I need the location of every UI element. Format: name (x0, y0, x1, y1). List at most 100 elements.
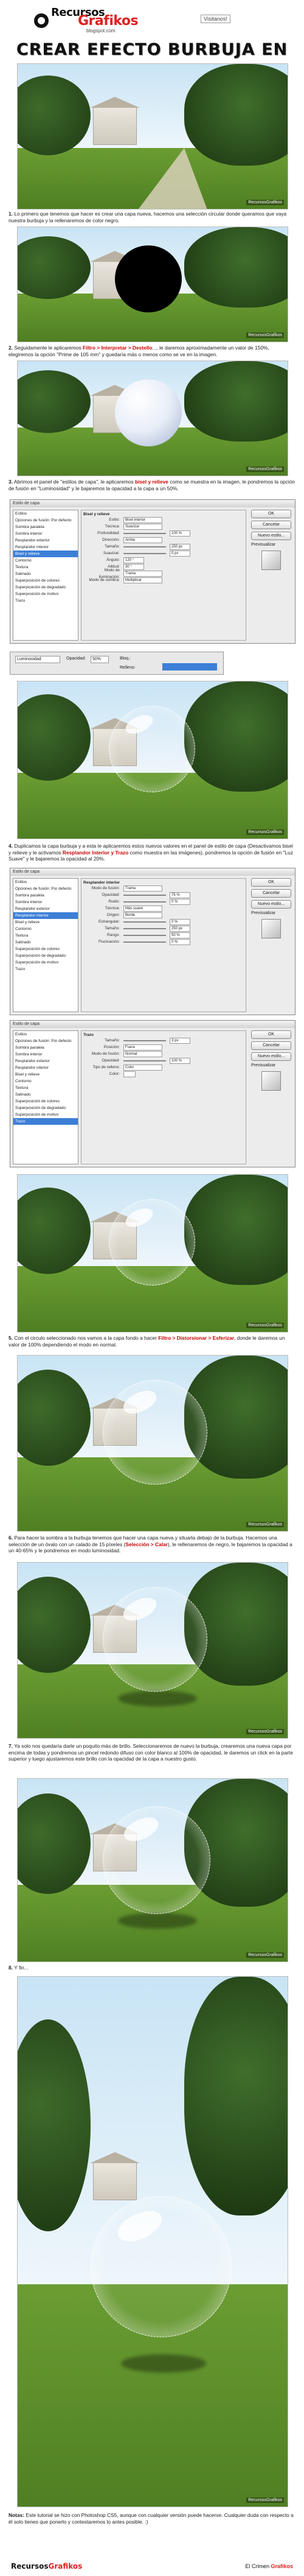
field-value[interactable]: Suavizar (123, 523, 162, 530)
style-list-item[interactable]: Bisel y relieve (13, 919, 78, 926)
style-list-item[interactable]: Satinado (13, 571, 78, 577)
style-list-item[interactable]: Satinado (13, 1091, 78, 1098)
style-list-item[interactable]: Sombra interior (13, 530, 78, 537)
ok-button[interactable]: OK (251, 1030, 291, 1039)
ok-button[interactable]: OK (251, 878, 291, 887)
preview-checkbox[interactable]: Previsualizar (251, 911, 291, 915)
style-list-item[interactable]: Resplandor interior (13, 1065, 78, 1071)
slider[interactable] (123, 552, 166, 554)
style-list-item-selected[interactable]: Resplandor interior (13, 912, 78, 919)
field-value[interactable]: 0 % (170, 938, 190, 945)
field-value[interactable]: Color (123, 1064, 162, 1071)
cancel-button[interactable]: Cancelar (251, 889, 291, 898)
style-list-item[interactable]: Superposición de colores (13, 946, 78, 952)
style-list-item[interactable]: Superposición de motivo (13, 959, 78, 966)
style-list-item[interactable]: Estilos (13, 1031, 78, 1038)
field-value[interactable]: 100 % (170, 530, 190, 537)
style-list-item[interactable]: Superposición de motivo (13, 1111, 78, 1118)
style-list-item[interactable]: Superposición de degradado (13, 1105, 78, 1111)
style-list-item[interactable]: Contorno (13, 926, 78, 932)
style-list-item[interactable]: Superposición de colores (13, 577, 78, 584)
field-value[interactable]: Borde (123, 912, 162, 918)
visit-badge[interactable]: Visitanos! (201, 15, 230, 23)
field-value[interactable]: 3 px (170, 1037, 190, 1044)
field-value[interactable]: 50 % (170, 932, 190, 938)
field-value[interactable]: 250 px (170, 543, 190, 550)
style-list-item[interactable]: Superposición de colores (13, 1098, 78, 1105)
step-description: Abrimos el panel de "estilos de capa", l… (13, 479, 136, 485)
opacity-field[interactable]: 50% (91, 656, 109, 663)
field-value[interactable]: 0 % (170, 918, 190, 925)
slider[interactable] (123, 934, 166, 936)
slider[interactable] (123, 894, 166, 896)
style-list-item-selected[interactable]: Bisel y relieve (13, 551, 78, 557)
new-style-button[interactable]: Nuevo estilo... (251, 900, 291, 909)
slider[interactable] (123, 1060, 166, 1061)
field-value[interactable]: Arriba (123, 537, 162, 543)
style-list-item[interactable]: Opciones de fusión: Por defecto (13, 885, 78, 892)
style-list-item[interactable]: Satinado (13, 939, 78, 946)
slider[interactable] (123, 532, 166, 534)
cancel-button[interactable]: Cancelar (251, 521, 291, 529)
footer-right[interactable]: El Crimen Grafikos (245, 2563, 293, 2569)
preview-checkbox[interactable]: Previsualizar (251, 1063, 291, 1068)
preview-checkbox[interactable]: Previsualizar (251, 543, 291, 547)
style-list-item[interactable]: Sombra interior (13, 899, 78, 906)
field-value[interactable]: Multiplicar (123, 577, 162, 583)
style-list-item[interactable]: Trazo (13, 966, 78, 973)
slider[interactable] (123, 1040, 166, 1041)
footer-brand[interactable]: RecursosGrafikos (11, 2562, 82, 2571)
style-list-item[interactable]: Superposición de degradado (13, 584, 78, 591)
blend-mode-select[interactable]: Luminosidad (15, 656, 60, 663)
field-value[interactable]: 0 px (170, 550, 190, 557)
style-list-item[interactable]: Estilos (13, 510, 78, 517)
style-list-item[interactable]: Textura (13, 564, 78, 571)
color-swatch[interactable] (123, 1071, 136, 1077)
slider[interactable] (123, 941, 166, 943)
field-value[interactable]: Trama (123, 570, 162, 577)
style-list-item-selected[interactable]: Trazo (13, 1118, 78, 1125)
field-value[interactable]: Trama (123, 885, 162, 892)
field-value[interactable]: Bisel interior (123, 516, 162, 523)
style-list-item[interactable]: Resplandor exterior (13, 906, 78, 912)
style-preview (261, 919, 281, 938)
style-list-item[interactable]: Sombra paralela (13, 1044, 78, 1051)
style-list-item[interactable]: Sombra paralela (13, 892, 78, 899)
style-list-item[interactable]: Sombra interior (13, 1051, 78, 1058)
active-layer[interactable] (162, 663, 217, 670)
field-value[interactable]: 100 % (170, 1057, 190, 1064)
logo-url[interactable]: blogspot.com (86, 28, 116, 33)
slider[interactable] (123, 927, 166, 929)
field-value[interactable]: Fuera (123, 1044, 162, 1050)
field-value[interactable]: 75 % (170, 892, 190, 898)
style-list-item[interactable]: Textura (13, 1085, 78, 1091)
slider[interactable] (123, 921, 166, 923)
style-list-item[interactable]: Sombra paralela (13, 524, 78, 530)
style-list-item[interactable]: Contorno (13, 557, 78, 564)
field-value[interactable]: Normal (123, 1050, 162, 1057)
ok-button[interactable]: OK (251, 510, 291, 518)
style-list-item[interactable]: Textura (13, 932, 78, 939)
field-value[interactable]: 30 ° (123, 563, 144, 570)
field-value[interactable]: 120 ° (123, 557, 144, 563)
style-list-item[interactable]: Resplandor exterior (13, 537, 78, 544)
style-list-item[interactable]: Superposición de degradado (13, 952, 78, 959)
style-list-item[interactable]: Contorno (13, 1078, 78, 1085)
slider[interactable] (123, 546, 166, 547)
slider[interactable] (123, 901, 166, 903)
new-style-button[interactable]: Nuevo estilo... (251, 1052, 291, 1061)
field-value[interactable]: 250 px (170, 925, 190, 932)
field-label: Ruido: (108, 899, 120, 904)
style-list-item[interactable]: Opciones de fusión: Por defecto (13, 1038, 78, 1044)
style-list-item[interactable]: Trazo (13, 597, 78, 604)
field-value[interactable]: Más suave (123, 905, 162, 912)
style-list-item[interactable]: Opciones de fusión: Por defecto (13, 517, 78, 524)
field-value[interactable]: 0 % (170, 898, 190, 905)
style-list-item[interactable]: Resplandor exterior (13, 1058, 78, 1065)
new-style-button[interactable]: Nuevo estilo... (251, 532, 291, 540)
style-list-item[interactable]: Resplandor interior (13, 544, 78, 551)
style-list-item[interactable]: Estilos (13, 879, 78, 885)
style-list-item[interactable]: Superposición de motivo (13, 591, 78, 597)
style-list-item[interactable]: Bisel y relieve (13, 1071, 78, 1078)
cancel-button[interactable]: Cancelar (251, 1041, 291, 1050)
